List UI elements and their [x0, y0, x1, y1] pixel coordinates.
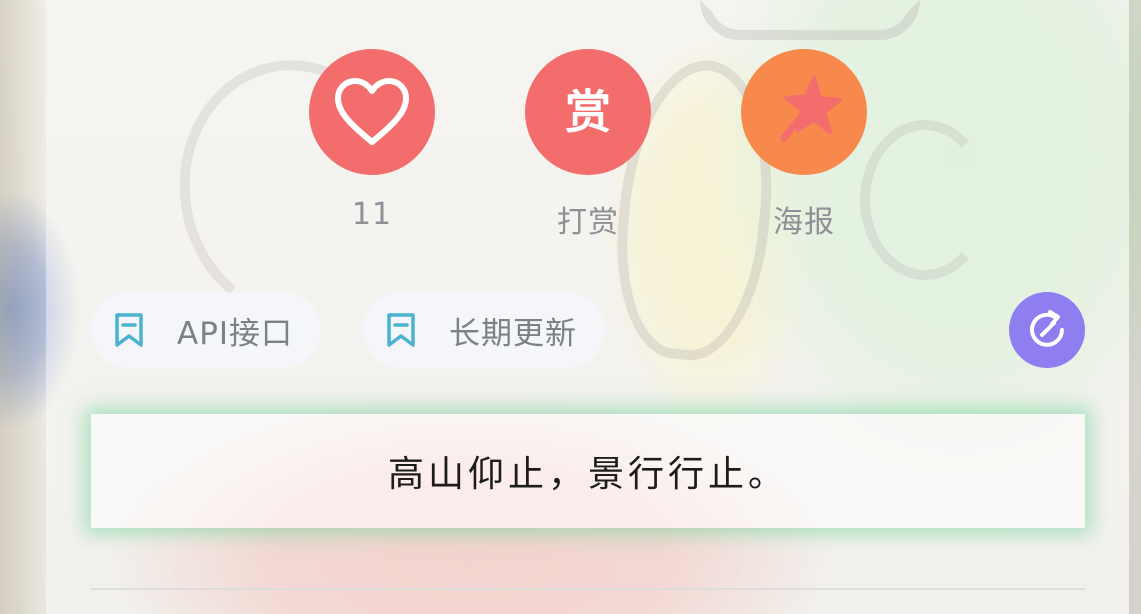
reward-glyph: 赏	[565, 85, 611, 139]
tag-label: API接口	[177, 315, 294, 352]
tag-long-term-update[interactable]: 长期更新	[363, 292, 605, 368]
poster-button[interactable]	[741, 49, 867, 175]
poster-action[interactable]: 海报	[741, 49, 867, 241]
like-button[interactable]	[309, 49, 435, 175]
magic-wand-star-icon	[780, 76, 842, 142]
tag-api[interactable]: API接口	[91, 292, 322, 368]
share-button[interactable]	[1009, 292, 1085, 368]
like-count: 11	[351, 197, 393, 232]
reward-label: 打赏	[557, 205, 619, 240]
reward-action[interactable]: 赏 打赏	[525, 49, 651, 241]
like-action[interactable]: 11	[309, 49, 435, 232]
reward-button[interactable]: 赏	[525, 49, 651, 175]
share-rotate-icon	[1030, 310, 1064, 347]
quote-box: 高山仰止，景行行止。	[91, 414, 1085, 528]
divider	[91, 588, 1085, 590]
bookmark-icon	[387, 313, 415, 347]
tag-label: 长期更新	[449, 315, 577, 352]
bookmark-icon	[115, 313, 143, 347]
quote-text: 高山仰止，景行行止。	[387, 454, 788, 495]
poster-label: 海报	[773, 205, 835, 240]
heart-icon	[335, 78, 409, 145]
